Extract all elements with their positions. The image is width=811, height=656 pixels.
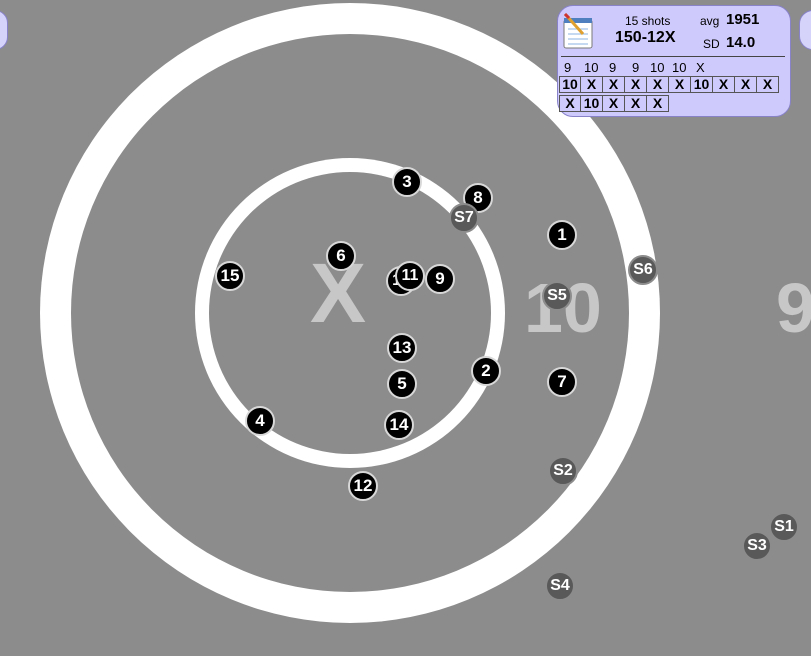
shot-marker[interactable]: 14: [384, 410, 414, 440]
score-cell: X: [559, 95, 581, 112]
sighter-marker[interactable]: S6: [628, 255, 658, 285]
left-edge-button[interactable]: [0, 10, 8, 50]
shot-marker[interactable]: 2: [471, 356, 501, 386]
sd-label: SD: [703, 37, 720, 51]
sighter-score: 9: [632, 60, 640, 75]
shot-marker[interactable]: 11: [395, 261, 425, 291]
avg-value: 1951: [726, 11, 760, 28]
shot-marker[interactable]: 5: [387, 369, 417, 399]
score-cell: 10: [559, 76, 581, 93]
sighter-score: 10: [584, 60, 599, 75]
score-cell: X: [756, 76, 779, 93]
sd-value: 14.0: [726, 34, 756, 51]
shot-marker[interactable]: 12: [348, 471, 378, 501]
shot-marker[interactable]: 13: [387, 333, 417, 363]
score-cell: X: [624, 95, 647, 112]
sighter-marker[interactable]: S2: [548, 456, 578, 486]
score-cell: 10: [690, 76, 713, 93]
sighter-score: X: [696, 60, 705, 75]
sighter-score: 9: [564, 60, 572, 75]
total-score: 150-12X: [615, 29, 676, 46]
score-cell: X: [712, 76, 735, 93]
sighter-score: 10: [672, 60, 687, 75]
shot-marker[interactable]: 4: [245, 406, 275, 436]
ring-label-9: 9: [776, 269, 811, 347]
shots-count: 15 shots: [625, 14, 671, 28]
shot-marker[interactable]: 9: [425, 264, 455, 294]
sighter-marker[interactable]: S3: [742, 531, 772, 561]
sighter-marker[interactable]: S1: [769, 512, 799, 542]
sighter-marker[interactable]: S5: [542, 281, 572, 311]
score-panel: 15 shots 150-12X avg 1951 SD 14.0 9 10 9…: [557, 5, 791, 117]
shot-marker[interactable]: 3: [392, 167, 422, 197]
score-cell: X: [646, 76, 669, 93]
score-cell: X: [624, 76, 647, 93]
score-cell: X: [602, 76, 625, 93]
sighter-marker[interactable]: S4: [545, 571, 575, 601]
panel-divider: [561, 56, 785, 57]
score-cell: X: [734, 76, 757, 93]
shot-marker[interactable]: 15: [215, 261, 245, 291]
score-cell: X: [646, 95, 669, 112]
notepad-icon[interactable]: [561, 12, 597, 50]
score-cell: X: [602, 95, 625, 112]
right-edge-button[interactable]: [799, 10, 811, 50]
sighter-marker[interactable]: S7: [449, 203, 479, 233]
score-cell: 10: [580, 95, 603, 112]
shot-marker[interactable]: 6: [326, 241, 356, 271]
score-cell: X: [668, 76, 691, 93]
avg-label: avg: [700, 14, 720, 28]
shot-marker[interactable]: 7: [547, 367, 577, 397]
sighter-score: 10: [650, 60, 665, 75]
sighter-score: 9: [609, 60, 617, 75]
shot-marker[interactable]: 1: [547, 220, 577, 250]
score-cell: X: [580, 76, 603, 93]
